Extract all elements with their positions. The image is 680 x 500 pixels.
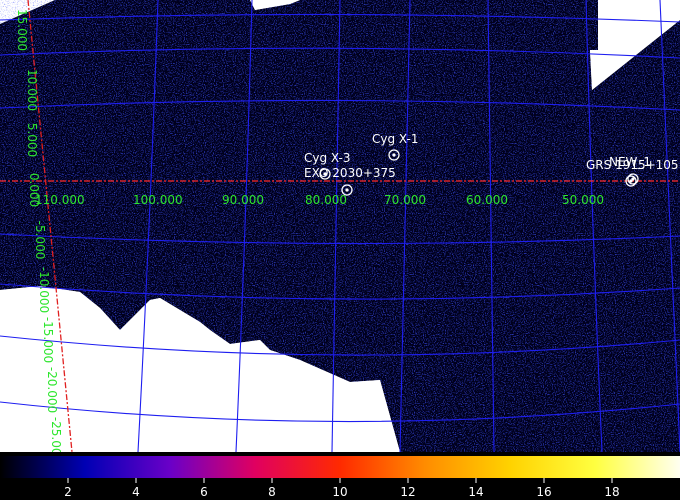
longitude-label: 100.000 [133,193,183,207]
colorbar-tick-label: 6 [200,485,208,499]
longitude-label: 50.000 [562,193,604,207]
source-label: Cyg X-3 [304,151,351,165]
source-dot [631,177,635,181]
colorbar-tick-label: 4 [132,485,140,499]
latitude-label: -20.000 [45,367,59,413]
longitude-label: 70.000 [384,193,426,207]
longitude-label: 80.000 [305,193,347,207]
colorbar-tick-label: 18 [604,485,619,499]
source-label: EXO 2030+375 [304,166,396,180]
longitude-label: 60.000 [466,193,508,207]
colorbar-tick-label: 14 [468,485,483,499]
colorbar-tick-label: 2 [64,485,72,499]
latitude-label: -25.000 [49,417,63,452]
source-dot [345,188,349,192]
latitude-label: -15.000 [41,317,55,363]
source-label: NEW_1 [609,155,651,169]
latitude-label: -10.000 [37,267,51,313]
longitude-label: 90.000 [222,193,264,207]
longitude-label: 110.000 [35,193,85,207]
intensity-map-viewer: 110.000 100.000 90.000 80.000 70.000 60.000 50… [0,0,680,500]
latitude-label: 15.000 [15,9,29,51]
latitude-label: -5.000 [33,221,47,260]
colorbar-tick-label: 16 [536,485,551,499]
colorbar-svg: 2 4 6 8 10 12 14 16 18 [0,456,680,499]
colorbar-tick-label: 12 [400,485,415,499]
latitude-label: 0.000 [27,173,41,207]
colorbar-tick-label: 8 [268,485,276,499]
colorbar-gradient [0,456,680,478]
sky-map[interactable]: 110.000 100.000 90.000 80.000 70.000 60.000 50… [0,0,680,452]
colorbar-ticks: 2 4 6 8 10 12 14 16 18 [64,478,620,499]
source-dot [392,153,396,157]
source-label: Cyg X-1 [372,132,419,146]
colorbar: 2 4 6 8 10 12 14 16 18 [0,452,680,500]
latitude-label: 10.000 [25,69,39,111]
colorbar-tick-label: 10 [332,485,347,499]
latitude-label: 5.000 [25,123,39,157]
